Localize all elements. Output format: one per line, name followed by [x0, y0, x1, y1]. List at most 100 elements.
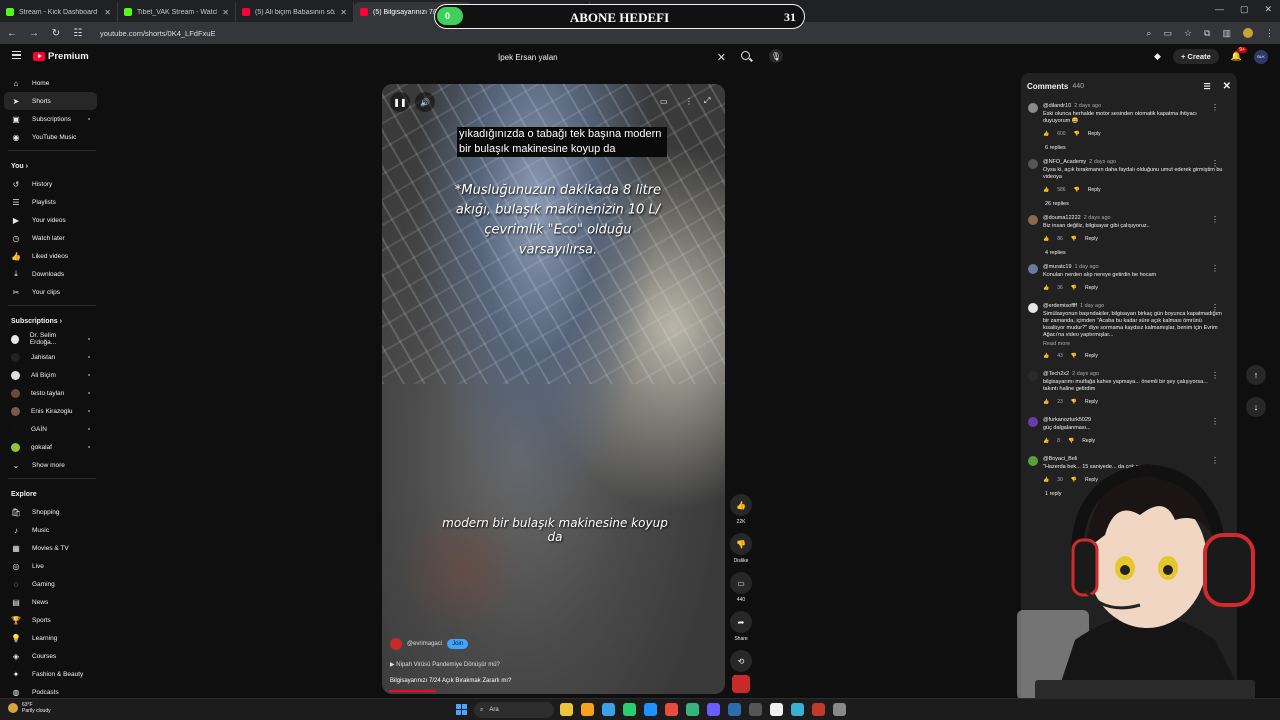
- sidebar-item[interactable]: ⤓ Downloads: [0, 265, 104, 283]
- search-icon[interactable]: [741, 51, 750, 60]
- volume-icon[interactable]: 🔊: [415, 92, 435, 112]
- comment-menu-icon[interactable]: ⋮: [1211, 159, 1219, 168]
- cast-to-tv-icon[interactable]: ◆: [1154, 51, 1161, 62]
- bookmark-star-icon[interactable]: ☆: [1184, 28, 1192, 39]
- comment-avatar[interactable]: [1028, 417, 1038, 427]
- taskbar-app-icon[interactable]: [665, 703, 678, 716]
- like-icon[interactable]: 👍: [1043, 187, 1049, 193]
- view-replies-button[interactable]: 26 replies: [1021, 193, 1237, 211]
- site-info-icon[interactable]: ☷: [72, 28, 84, 39]
- comment-author[interactable]: @muratc19 1 day ago: [1043, 264, 1229, 270]
- browser-tab[interactable]: (5) Ali biçim Babasının sözünü ✕: [236, 2, 354, 22]
- reply-button[interactable]: Reply: [1088, 187, 1101, 193]
- comment-avatar[interactable]: [1028, 371, 1038, 381]
- sidebar-item[interactable]: ♪ Music: [0, 521, 104, 539]
- browser-tab[interactable]: Tibet_VAK Stream - Watch Live ✕: [118, 2, 236, 22]
- sidebar-section-subscriptions[interactable]: Subscriptions ›: [0, 312, 104, 330]
- dislike-icon[interactable]: 👎: [1074, 131, 1080, 137]
- like-icon[interactable]: 👍: [1043, 236, 1049, 242]
- maximize-icon[interactable]: ▢: [1240, 4, 1249, 15]
- sidebar-item[interactable]: Enis Kirazoglu: [0, 402, 104, 420]
- dislike-icon[interactable]: 👎: [1074, 187, 1080, 193]
- comment-avatar[interactable]: [1028, 215, 1038, 225]
- sidebar-item[interactable]: Ali Biçim: [0, 366, 104, 384]
- sidebar-item[interactable]: ◉ YouTube Music: [0, 128, 104, 146]
- taskbar-app-icon[interactable]: [644, 703, 657, 716]
- windows-start-icon[interactable]: [456, 704, 467, 715]
- sidebar-item[interactable]: ◷ Watch later: [0, 229, 104, 247]
- view-replies-button[interactable]: 6 replies: [1021, 137, 1237, 155]
- sidebar-item[interactable]: ◈ Courses: [0, 647, 104, 665]
- comment-author[interactable]: @Tech2x2 2 days ago: [1043, 371, 1229, 377]
- share-icon[interactable]: ➦: [730, 611, 752, 633]
- comment-author[interactable]: @NFO_Academy 2 days ago: [1043, 159, 1229, 165]
- join-button[interactable]: Join: [447, 639, 469, 649]
- reload-icon[interactable]: ↻: [50, 28, 62, 39]
- pause-icon[interactable]: ❚❚: [390, 92, 410, 112]
- dislike-icon[interactable]: 👎: [1071, 285, 1077, 291]
- sidepanel-icon[interactable]: ▥: [1222, 28, 1231, 39]
- like-icon[interactable]: 👍: [1043, 285, 1049, 291]
- microphone-icon[interactable]: 🎙: [769, 49, 783, 63]
- sidebar-item[interactable]: 🛍 Shopping: [0, 503, 104, 521]
- close-window-icon[interactable]: ✕: [1264, 4, 1272, 15]
- account-avatar[interactable]: BLK: [1254, 49, 1268, 64]
- browser-tab[interactable]: Stream - Kick Dashboard ✕: [0, 2, 118, 22]
- sidebar-item[interactable]: gokalaf: [0, 438, 104, 456]
- sidebar-item[interactable]: ▦ Movies & TV: [0, 539, 104, 557]
- sidebar-item[interactable]: ➤ Shorts: [4, 92, 97, 110]
- taskbar-search[interactable]: ⌕ Ara: [474, 702, 554, 718]
- comment-author[interactable]: @douma12222 2 days ago: [1043, 215, 1229, 221]
- sidebar-item[interactable]: ▤ News: [0, 593, 104, 611]
- url-text[interactable]: youtube.com/shorts/0K4_LFdFxuE: [100, 29, 215, 38]
- cast-icon[interactable]: ▭: [1163, 28, 1172, 39]
- tab-close-icon[interactable]: ✕: [104, 8, 111, 17]
- sidebar-item[interactable]: ⌄ Show more: [0, 456, 104, 474]
- comment-menu-icon[interactable]: ⋮: [1211, 264, 1219, 273]
- like-icon[interactable]: 👍: [1043, 131, 1049, 137]
- sidebar-item[interactable]: ✦ Fashion & Beauty: [0, 665, 104, 683]
- sidebar-item[interactable]: ↺ History: [0, 175, 104, 193]
- related-video-link[interactable]: ▶ Nipah Virüsü Pandemiye Dönüşür mü?: [390, 661, 500, 668]
- progress-bar[interactable]: [389, 690, 437, 692]
- reply-button[interactable]: Reply: [1085, 285, 1098, 291]
- sidebar-item[interactable]: GAİN: [0, 420, 104, 438]
- close-comments-icon[interactable]: ✕: [1223, 81, 1231, 92]
- sidebar-item[interactable]: ☰ Playlists: [0, 193, 104, 211]
- sidebar-item[interactable]: ◎ Live: [0, 557, 104, 575]
- fullscreen-icon[interactable]: ⤢: [704, 96, 710, 106]
- shorts-video-player[interactable]: [382, 84, 725, 694]
- reply-button[interactable]: Reply: [1088, 131, 1101, 137]
- more-options-icon[interactable]: ⋮: [685, 97, 693, 106]
- reply-button[interactable]: Reply: [1085, 236, 1098, 242]
- comment-menu-icon[interactable]: ⋮: [1211, 371, 1219, 380]
- comment-author[interactable]: @furkanozturk5029: [1043, 417, 1229, 423]
- dislike-icon[interactable]: 👎: [1071, 353, 1077, 359]
- channel-name[interactable]: @evrimagaci: [407, 641, 442, 647]
- sidebar-item[interactable]: ▣ Subscriptions: [0, 110, 104, 128]
- sidebar-item[interactable]: 💡 Learning: [0, 629, 104, 647]
- minimize-icon[interactable]: —: [1215, 4, 1224, 15]
- video-title[interactable]: Bilgisayarınızı 7/24 Açık Bırakmak Zarar…: [390, 678, 511, 684]
- weather-widget[interactable]: 63°F Partly cloudy: [8, 702, 51, 714]
- taskbar-app-icon[interactable]: [707, 703, 720, 716]
- taskbar-app-icon[interactable]: [791, 703, 804, 716]
- create-button[interactable]: + Create: [1172, 49, 1219, 64]
- channel-avatar[interactable]: [390, 638, 402, 650]
- sidebar-item[interactable]: 👍 Liked videos: [0, 247, 104, 265]
- previous-short-button[interactable]: ↑: [1246, 365, 1266, 385]
- comment-avatar[interactable]: [1028, 159, 1038, 169]
- comment-author[interactable]: @erdemisoffff 1 day ago: [1043, 303, 1229, 309]
- extensions-icon[interactable]: ⧉: [1204, 28, 1210, 39]
- dislike-icon[interactable]: 👎: [730, 533, 752, 555]
- sort-icon[interactable]: ☰: [1203, 82, 1210, 91]
- sidebar-item[interactable]: Jahistan: [0, 348, 104, 366]
- reply-button[interactable]: Reply: [1085, 353, 1098, 359]
- comment-avatar[interactable]: [1028, 303, 1038, 313]
- sidebar-section-you[interactable]: You ›: [0, 157, 104, 175]
- browser-menu-icon[interactable]: ⋮: [1265, 28, 1274, 39]
- sidebar-item[interactable]: testo taylan: [0, 384, 104, 402]
- tab-close-icon[interactable]: ✕: [340, 8, 347, 17]
- read-more-link[interactable]: Read more: [1043, 341, 1229, 347]
- sidebar-item[interactable]: ▶ Your videos: [0, 211, 104, 229]
